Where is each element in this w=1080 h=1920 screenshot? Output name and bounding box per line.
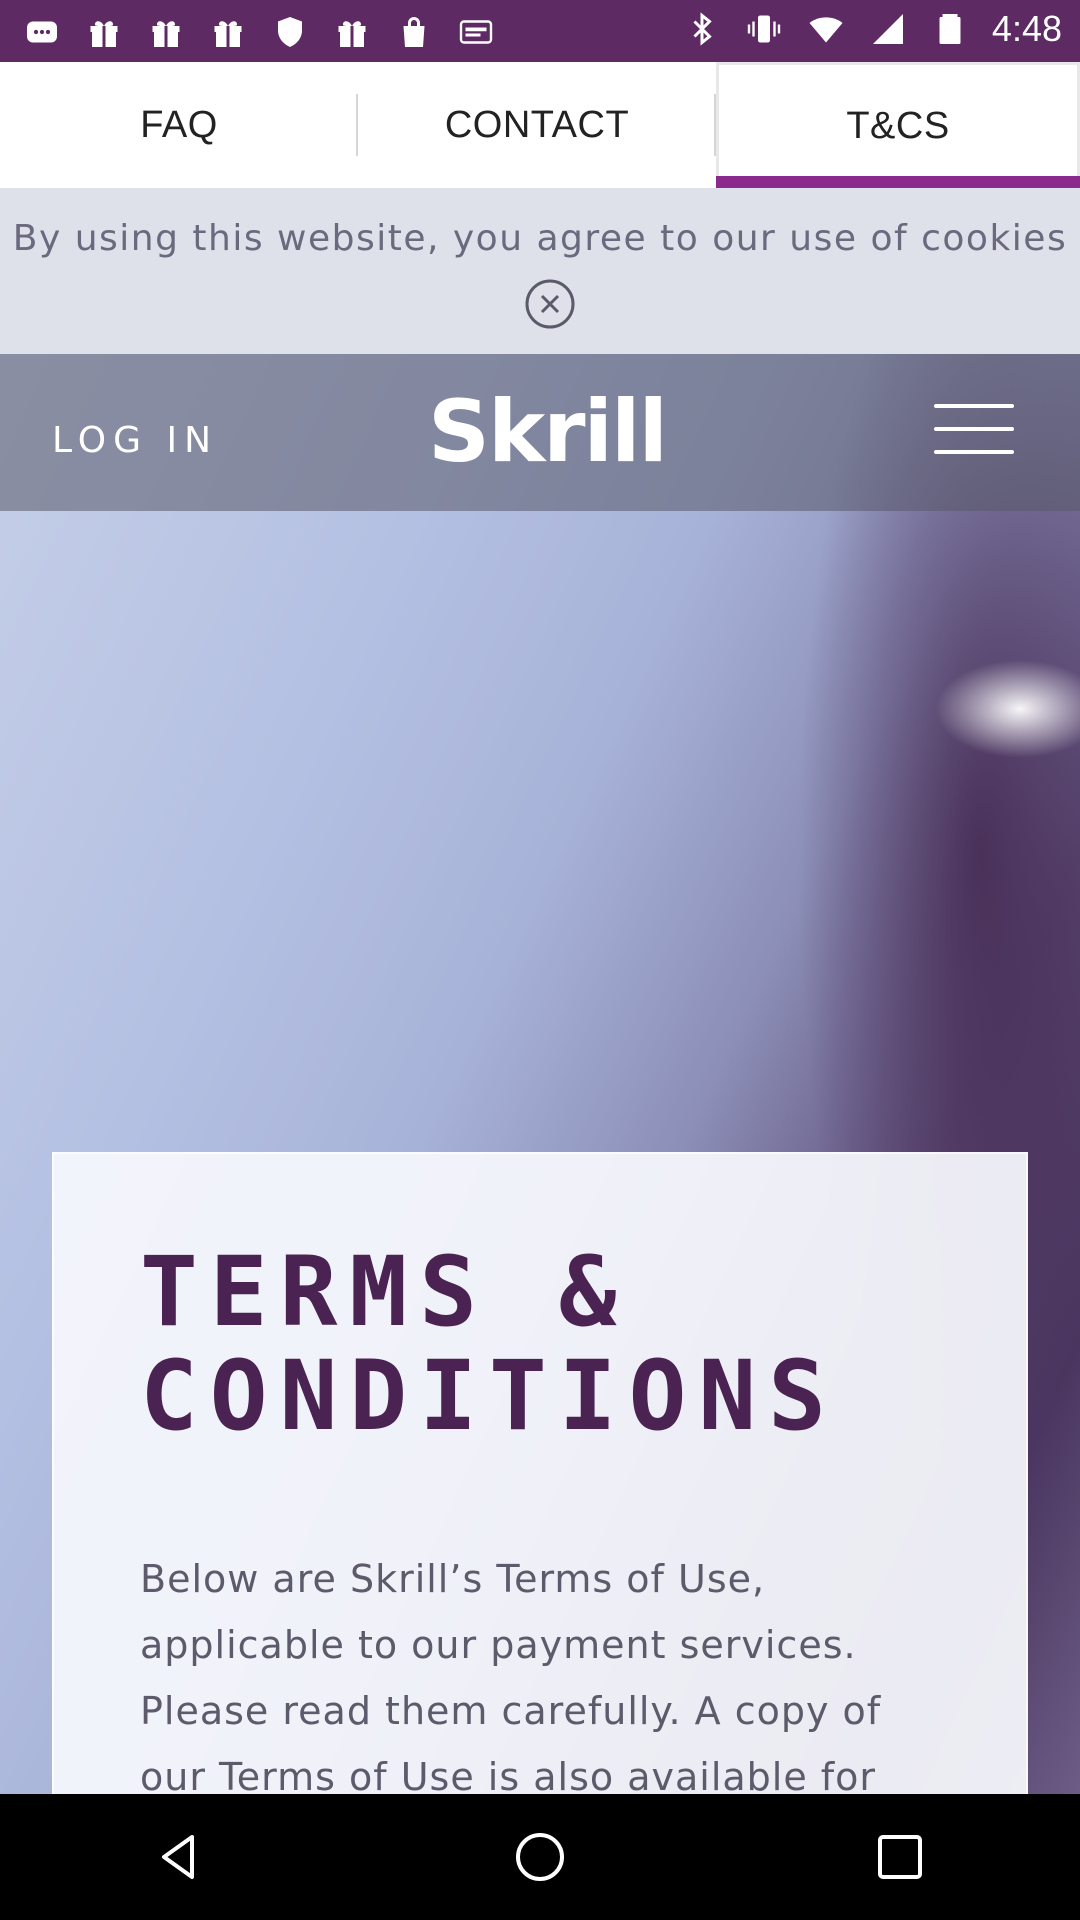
- cookie-notice-text: By using this website, you agree to our …: [12, 218, 1068, 259]
- message-icon: [22, 12, 62, 52]
- clock: 4:48: [991, 8, 1062, 49]
- close-circle-icon[interactable]: [524, 278, 576, 330]
- shopping-bag-icon: [394, 12, 434, 52]
- page-title: TERMS & CONDITIONS: [140, 1236, 838, 1452]
- tab-faq[interactable]: FAQ: [0, 62, 358, 188]
- status-bar: 4:48: [0, 0, 1080, 62]
- gift-icon: [146, 12, 186, 52]
- site-header: LOG IN Skrill: [0, 354, 1080, 511]
- login-link[interactable]: LOG IN: [52, 420, 218, 461]
- back-icon[interactable]: [145, 1822, 215, 1892]
- signal-icon: [868, 9, 908, 49]
- vibrate-icon: [744, 9, 784, 49]
- gift-icon: [332, 12, 372, 52]
- espn-dallas-icon: [456, 12, 496, 52]
- tab-tcs[interactable]: T&CS: [716, 62, 1080, 188]
- home-icon[interactable]: [505, 1822, 575, 1892]
- bluetooth-icon: [682, 9, 722, 49]
- tab-bar: FAQ CONTACT T&CS: [0, 62, 1080, 188]
- system-nav-bar: [0, 1794, 1080, 1920]
- recents-icon[interactable]: [865, 1822, 935, 1892]
- shield-icon: [270, 12, 310, 52]
- battery-icon: [930, 9, 970, 49]
- skrill-logo[interactable]: Skrill: [428, 382, 668, 482]
- tab-contact[interactable]: CONTACT: [358, 62, 716, 188]
- hamburger-menu-icon[interactable]: [934, 404, 1014, 454]
- terms-intro-text: Below are Skrill’s Terms of Use, applica…: [140, 1557, 882, 1799]
- wifi-icon: [806, 9, 846, 49]
- terms-card: TERMS & CONDITIONS Below are Skrill’s Te…: [52, 1152, 1028, 1852]
- gift-icon: [208, 12, 248, 52]
- gift-icon: [84, 12, 124, 52]
